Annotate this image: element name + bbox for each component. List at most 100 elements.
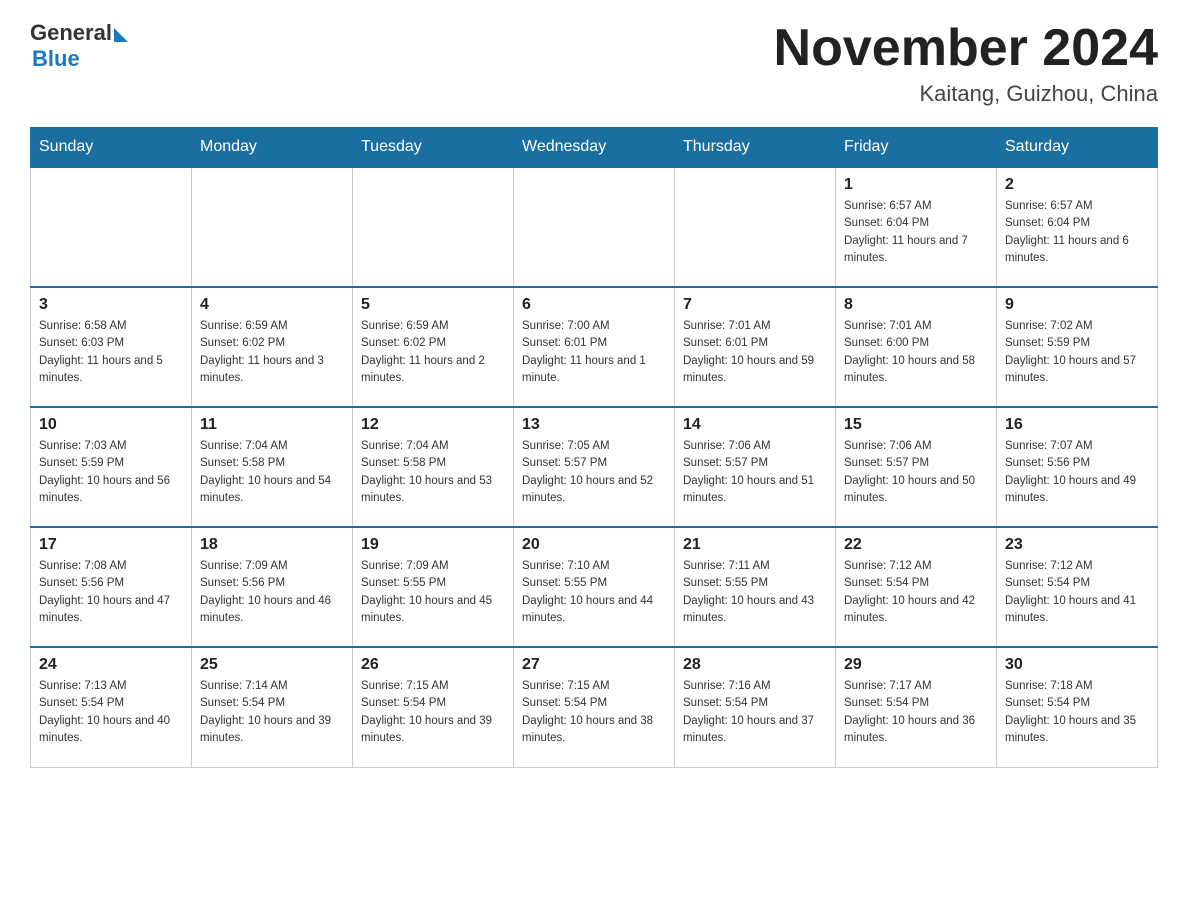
day-info: Sunrise: 7:09 AMSunset: 5:55 PMDaylight:… [361,558,505,627]
logo: General Blue [30,20,128,72]
calendar-cell [353,167,514,287]
calendar-cell: 28Sunrise: 7:16 AMSunset: 5:54 PMDayligh… [675,647,836,767]
header-friday: Friday [836,128,997,168]
day-number: 6 [522,296,666,314]
day-info: Sunrise: 6:59 AMSunset: 6:02 PMDaylight:… [200,318,344,387]
calendar-cell: 10Sunrise: 7:03 AMSunset: 5:59 PMDayligh… [31,407,192,527]
day-info: Sunrise: 7:15 AMSunset: 5:54 PMDaylight:… [361,678,505,747]
day-info: Sunrise: 7:00 AMSunset: 6:01 PMDaylight:… [522,318,666,387]
calendar-cell: 16 Sunrise: 7:07 AMSunset: 5:56 PMDayligh… [997,407,1158,527]
calendar-cell: 3Sunrise: 6:58 AMSunset: 6:03 PMDaylight… [31,287,192,407]
day-info: Sunrise: 6:59 AMSunset: 6:02 PMDaylight:… [361,318,505,387]
calendar-cell: 27Sunrise: 7:15 AMSunset: 5:54 PMDayligh… [514,647,675,767]
day-info: Sunrise: 7:18 AMSunset: 5:54 PMDaylight:… [1005,678,1149,747]
day-info: Sunrise: 7:06 AMSunset: 5:57 PMDaylight:… [683,438,827,507]
day-info: Sunrise: 7:12 AMSunset: 5:54 PMDaylight:… [1005,558,1149,627]
header-saturday: Saturday [997,128,1158,168]
calendar-cell: 1Sunrise: 6:57 AMSunset: 6:04 PMDaylight… [836,167,997,287]
day-info: Sunrise: 7:17 AMSunset: 5:54 PMDaylight:… [844,678,988,747]
day-info: Sunrise: 7:01 AMSunset: 6:00 PMDaylight:… [844,318,988,387]
day-number: 13 [522,416,666,434]
logo-triangle-icon [114,28,128,42]
calendar-cell: 17 Sunrise: 7:08 AMSunset: 5:56 PMDayligh… [31,527,192,647]
day-info: Sunrise: 7:13 AMSunset: 5:54 PMDaylight:… [39,678,183,747]
day-info: Sunrise: 7:12 AMSunset: 5:54 PMDaylight:… [844,558,988,627]
day-number: 2 [1005,176,1149,194]
calendar-cell: 25Sunrise: 7:14 AMSunset: 5:54 PMDayligh… [192,647,353,767]
day-number: 11 [200,416,344,434]
day-info: Sunrise: 7:04 AMSunset: 5:58 PMDaylight:… [361,438,505,507]
day-number: 4 [200,296,344,314]
calendar-cell: 11 Sunrise: 7:04 AMSunset: 5:58 PMDayligh… [192,407,353,527]
header-wednesday: Wednesday [514,128,675,168]
day-number: 19 [361,536,505,554]
calendar-cell [514,167,675,287]
calendar-cell: 18 Sunrise: 7:09 AMSunset: 5:56 PMDayligh… [192,527,353,647]
calendar-cell: 22 Sunrise: 7:12 AMSunset: 5:54 PMDayligh… [836,527,997,647]
week-row-1: 1Sunrise: 6:57 AMSunset: 6:04 PMDaylight… [31,167,1158,287]
day-info: Sunrise: 7:06 AMSunset: 5:57 PMDaylight:… [844,438,988,507]
calendar-cell: 6 Sunrise: 7:00 AMSunset: 6:01 PMDaylight… [514,287,675,407]
calendar-cell: 19 Sunrise: 7:09 AMSunset: 5:55 PMDayligh… [353,527,514,647]
day-number: 20 [522,536,666,554]
day-info: Sunrise: 7:15 AMSunset: 5:54 PMDaylight:… [522,678,666,747]
day-number: 1 [844,176,988,194]
calendar-cell: 8 Sunrise: 7:01 AMSunset: 6:00 PMDaylight… [836,287,997,407]
day-info: Sunrise: 7:05 AMSunset: 5:57 PMDaylight:… [522,438,666,507]
day-number: 16 [1005,416,1149,434]
calendar-cell: 21 Sunrise: 7:11 AMSunset: 5:55 PMDayligh… [675,527,836,647]
day-number: 28 [683,656,827,674]
day-info: Sunrise: 7:03 AMSunset: 5:59 PMDaylight:… [39,438,183,507]
calendar-cell: 13 Sunrise: 7:05 AMSunset: 5:57 PMDayligh… [514,407,675,527]
week-row-3: 10Sunrise: 7:03 AMSunset: 5:59 PMDayligh… [31,407,1158,527]
calendar-cell: 29 Sunrise: 7:17 AMSunset: 5:54 PMDayligh… [836,647,997,767]
day-info: Sunrise: 7:14 AMSunset: 5:54 PMDaylight:… [200,678,344,747]
day-number: 29 [844,656,988,674]
day-info: Sunrise: 7:04 AMSunset: 5:58 PMDaylight:… [200,438,344,507]
day-number: 22 [844,536,988,554]
day-number: 18 [200,536,344,554]
day-number: 21 [683,536,827,554]
location: Kaitang, Guizhou, China [774,81,1158,107]
day-number: 3 [39,296,183,314]
header-sunday: Sunday [31,128,192,168]
day-number: 26 [361,656,505,674]
day-number: 5 [361,296,505,314]
day-info: Sunrise: 7:07 AMSunset: 5:56 PMDaylight:… [1005,438,1149,507]
calendar-cell: 24 Sunrise: 7:13 AMSunset: 5:54 PMDayligh… [31,647,192,767]
day-number: 8 [844,296,988,314]
day-number: 9 [1005,296,1149,314]
day-number: 17 [39,536,183,554]
day-info: Sunrise: 7:11 AMSunset: 5:55 PMDaylight:… [683,558,827,627]
day-number: 15 [844,416,988,434]
day-info: Sunrise: 7:02 AMSunset: 5:59 PMDaylight:… [1005,318,1149,387]
calendar-cell: 23Sunrise: 7:12 AMSunset: 5:54 PMDayligh… [997,527,1158,647]
week-row-4: 17 Sunrise: 7:08 AMSunset: 5:56 PMDayligh… [31,527,1158,647]
calendar-cell: 14 Sunrise: 7:06 AMSunset: 5:57 PMDayligh… [675,407,836,527]
day-number: 7 [683,296,827,314]
day-number: 14 [683,416,827,434]
week-row-2: 3Sunrise: 6:58 AMSunset: 6:03 PMDaylight… [31,287,1158,407]
calendar-cell: 20 Sunrise: 7:10 AMSunset: 5:55 PMDayligh… [514,527,675,647]
header-tuesday: Tuesday [353,128,514,168]
week-row-5: 24 Sunrise: 7:13 AMSunset: 5:54 PMDayligh… [31,647,1158,767]
logo-blue-text: Blue [32,46,80,71]
calendar-cell: 26 Sunrise: 7:15 AMSunset: 5:54 PMDayligh… [353,647,514,767]
day-info: Sunrise: 7:10 AMSunset: 5:55 PMDaylight:… [522,558,666,627]
title-block: November 2024 Kaitang, Guizhou, China [774,20,1158,107]
calendar-cell: 15 Sunrise: 7:06 AMSunset: 5:57 PMDayligh… [836,407,997,527]
day-number: 24 [39,656,183,674]
day-info: Sunrise: 7:08 AMSunset: 5:56 PMDaylight:… [39,558,183,627]
calendar-table: SundayMondayTuesdayWednesdayThursdayFrid… [30,127,1158,768]
calendar-header-row: SundayMondayTuesdayWednesdayThursdayFrid… [31,128,1158,168]
calendar-cell: 9 Sunrise: 7:02 AMSunset: 5:59 PMDaylight… [997,287,1158,407]
day-info: Sunrise: 7:01 AMSunset: 6:01 PMDaylight:… [683,318,827,387]
calendar-cell: 30 Sunrise: 7:18 AMSunset: 5:54 PMDayligh… [997,647,1158,767]
calendar-cell: 2Sunrise: 6:57 AMSunset: 6:04 PMDaylight… [997,167,1158,287]
calendar-cell [675,167,836,287]
calendar-cell: 5 Sunrise: 6:59 AMSunset: 6:02 PMDaylight… [353,287,514,407]
calendar-cell [192,167,353,287]
day-number: 30 [1005,656,1149,674]
calendar-cell [31,167,192,287]
day-info: Sunrise: 7:09 AMSunset: 5:56 PMDaylight:… [200,558,344,627]
